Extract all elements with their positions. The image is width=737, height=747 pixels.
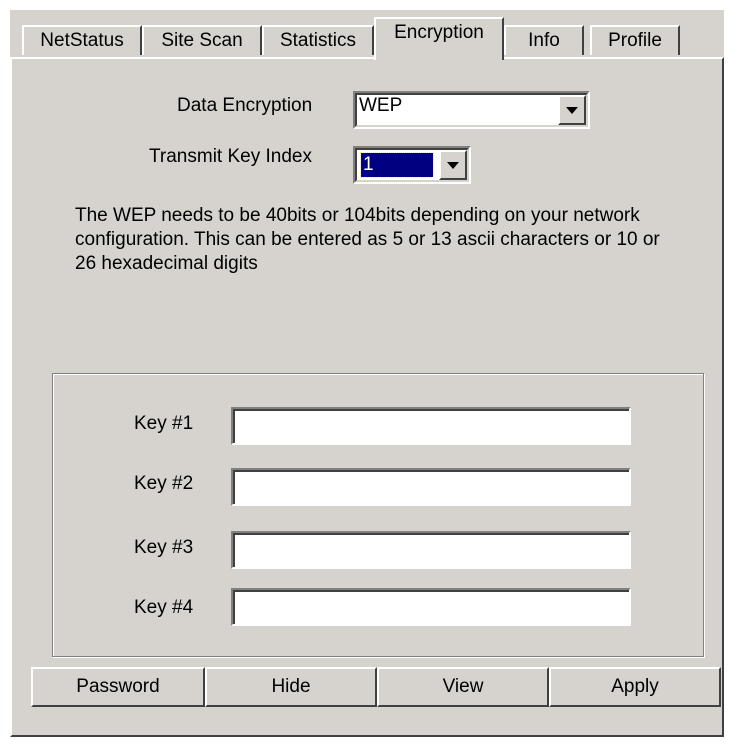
key-1-field[interactable]: [231, 407, 631, 445]
wep-description: The WEP needs to be 40bits or 104bits de…: [75, 205, 660, 274]
key-3-input[interactable]: [233, 533, 629, 567]
key-4-field[interactable]: [231, 588, 631, 626]
tab-encryption[interactable]: Encryption: [374, 17, 504, 60]
apply-button[interactable]: Apply: [549, 667, 721, 707]
tab-netstatus[interactable]: NetStatus: [22, 25, 142, 55]
chevron-down-icon: [447, 162, 459, 169]
key-2-label: Key #2: [134, 473, 194, 494]
key-3-field[interactable]: [231, 531, 631, 569]
tab-info[interactable]: Info: [504, 25, 584, 55]
key-2-input[interactable]: [233, 470, 629, 504]
key-2-field[interactable]: [231, 468, 631, 506]
key-1-input[interactable]: [233, 409, 629, 443]
tab-site-scan[interactable]: Site Scan: [142, 25, 262, 55]
data-encryption-dropdown-button[interactable]: [558, 95, 586, 125]
transmit-key-index-value: 1: [360, 152, 434, 178]
transmit-key-dropdown-button[interactable]: [439, 150, 467, 180]
transmit-key-index-label: Transmit Key Index: [149, 146, 312, 167]
key-4-label: Key #4: [134, 597, 194, 618]
data-encryption-select[interactable]: WEP: [353, 91, 590, 129]
view-button[interactable]: View: [377, 667, 549, 707]
data-encryption-label: Data Encryption: [177, 95, 313, 116]
key-3-label: Key #3: [134, 537, 194, 558]
tab-profile[interactable]: Profile: [590, 25, 680, 55]
chevron-down-icon: [566, 107, 578, 114]
password-button[interactable]: Password: [31, 667, 205, 707]
transmit-key-index-select[interactable]: 1: [353, 146, 471, 184]
key-4-input[interactable]: [233, 590, 629, 624]
hide-button[interactable]: Hide: [205, 667, 377, 707]
data-encryption-value: WEP: [359, 95, 403, 116]
key-1-label: Key #1: [134, 413, 194, 434]
tab-statistics[interactable]: Statistics: [262, 25, 374, 55]
